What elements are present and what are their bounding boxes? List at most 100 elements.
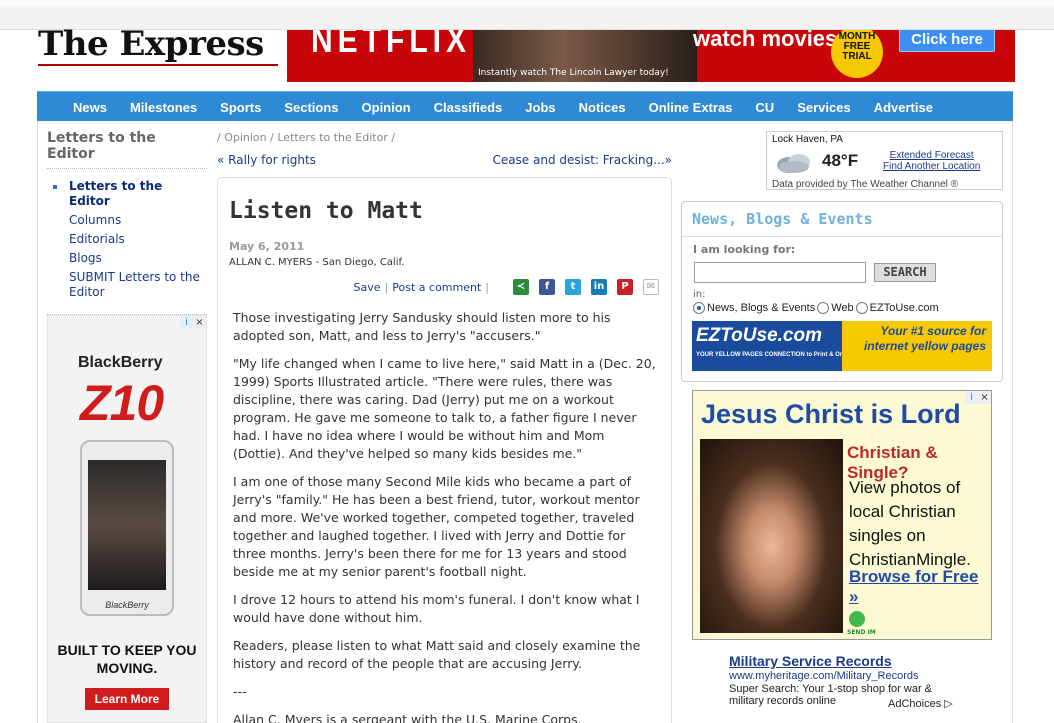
weather-widget: Lock Haven, PA 48°F Extended Forecast Fi…: [766, 131, 1003, 190]
scope-option-label: News, Blogs & Events: [707, 302, 816, 314]
extended-forecast-link[interactable]: Extended Forecast: [890, 150, 974, 161]
nav-sports[interactable]: Sports: [220, 100, 261, 115]
learn-more-button[interactable]: Learn More: [85, 688, 169, 710]
search-widget: News, Blogs & Events I am looking for: S…: [681, 201, 1003, 382]
sidebar-title: Letters to the Editor: [47, 130, 207, 169]
click-here-button[interactable]: Click here: [899, 30, 995, 52]
prev-article-link[interactable]: « Rally for rights: [217, 153, 316, 167]
search-scope-label: in:: [693, 289, 706, 300]
article-tools: Save | Post a comment | ≺ f t in P ✉: [354, 279, 659, 295]
ad-tagline: BUILT TO KEEP YOU MOVING.: [57, 642, 197, 676]
send-im-label: SEND IM: [847, 629, 876, 636]
scope-option-label: EZToUse.com: [869, 302, 939, 314]
phone-label: BlackBerry: [105, 600, 149, 610]
top-banner-ad[interactable]: NETFLIX Instantly watch The Lincoln Lawy…: [287, 30, 1015, 82]
blackberry-logo: BlackBerry: [78, 354, 163, 371]
ad-photo: Instantly watch The Lincoln Lawyer today…: [473, 30, 697, 82]
nav-advertise[interactable]: Advertise: [874, 100, 933, 115]
search-input[interactable]: [694, 262, 866, 283]
adchoices-link[interactable]: AdChoices ▷: [888, 697, 953, 710]
pinterest-icon[interactable]: P: [617, 279, 633, 295]
nav-news[interactable]: News: [73, 100, 107, 115]
weather-links: Extended Forecast Find Another Location: [883, 150, 980, 172]
nav-cu[interactable]: CU: [755, 100, 774, 115]
ad-info-icon[interactable]: i: [965, 391, 978, 404]
text-ad-title[interactable]: Military Service Records: [729, 653, 959, 669]
ad-close-icon[interactable]: ×: [193, 316, 206, 329]
nav-opinion[interactable]: Opinion: [362, 100, 411, 115]
share-separator: |: [485, 280, 489, 294]
ad-caption: Instantly watch The Lincoln Lawyer today…: [478, 68, 669, 78]
ad-close-icon[interactable]: ×: [978, 391, 991, 404]
nav-classifieds[interactable]: Classifieds: [434, 100, 503, 115]
radio-button[interactable]: [817, 302, 830, 314]
ad-controls: i ×: [965, 391, 991, 404]
send-im-icon[interactable]: [849, 611, 865, 627]
article-paragraph: "My life changed when I came to live her…: [233, 356, 656, 461]
ad-controls: i ×: [180, 316, 206, 329]
site-logo[interactable]: The Express: [38, 24, 282, 68]
search-button[interactable]: SEARCH: [874, 263, 936, 282]
search-scope-options: News, Blogs & Events Web EZToUse.com: [693, 302, 941, 314]
article-body: Those investigating Jerry Sandusky shoul…: [233, 309, 659, 723]
free-trial-badge: MONTH FREE TRIAL: [831, 30, 883, 78]
nav-notices[interactable]: Notices: [579, 100, 626, 115]
blackberry-ad[interactable]: i × BlackBerry Z10 BlackBerry BUILT TO K…: [47, 315, 207, 723]
phone-image: BlackBerry: [80, 440, 174, 616]
post-comment-link[interactable]: Post a comment: [392, 281, 481, 294]
christianmingle-ad[interactable]: i × Jesus Christ is Lord Christian & Sin…: [692, 390, 992, 640]
article-paragraph: Allan C. Myers is a sergeant with the U.…: [233, 712, 582, 723]
radio-button[interactable]: [693, 302, 705, 314]
text-ad-url[interactable]: www.myheritage.com/Military_Records: [729, 670, 959, 682]
email-icon[interactable]: ✉: [643, 279, 659, 295]
sidebar-item-editorials[interactable]: Editorials: [69, 232, 207, 247]
eztouse-ad[interactable]: EZToUse.com YOUR YELLOW PAGES CONNECTION…: [692, 321, 992, 371]
sidebar-item-columns[interactable]: Columns: [69, 213, 207, 228]
weather-provider: Data provided by The Weather Channel ®: [772, 179, 958, 190]
nav-milestones[interactable]: Milestones: [130, 100, 197, 115]
article-paragraph: I drove 12 hours to attend his mom's fun…: [233, 592, 640, 625]
article: Listen to Matt May 6, 2011 ALLAN C. MYER…: [217, 177, 672, 723]
ad-info-icon[interactable]: i: [180, 316, 193, 329]
sidebar-item-letters[interactable]: Letters to the Editor: [53, 179, 207, 209]
ad-model: Z10: [80, 375, 164, 431]
ad-headline: watch movies: [693, 30, 838, 51]
scope-option-news[interactable]: News, Blogs & Events: [693, 302, 815, 314]
share-icon[interactable]: ≺: [513, 279, 529, 295]
article-byline: ALLAN C. MYERS - San Diego, Calif.: [229, 257, 405, 268]
facebook-icon[interactable]: f: [539, 279, 555, 295]
radio-button[interactable]: [855, 302, 868, 314]
nav-services[interactable]: Services: [797, 100, 851, 115]
next-article-link[interactable]: Cease and desist: Fracking...»: [492, 153, 672, 167]
scope-option-web[interactable]: Web: [817, 302, 854, 314]
article-title: Listen to Matt: [229, 198, 423, 224]
sidebar-item-submit[interactable]: SUBMIT Letters to the Editor: [69, 270, 207, 300]
main-nav: News Milestones Sports Sections Opinion …: [37, 91, 1013, 121]
linkedin-icon[interactable]: in: [591, 279, 607, 295]
another-location-link[interactable]: Find Another Location: [883, 161, 980, 172]
section-sidebar: Letters to the Editor Letters to the Edi…: [47, 130, 207, 315]
nav-online-extras[interactable]: Online Extras: [649, 100, 733, 115]
netflix-brand: NETFLIX: [311, 30, 471, 61]
eztouse-tagline: Your #1 source for internet yellow pages: [842, 321, 992, 371]
scope-option-eztouse[interactable]: EZToUse.com: [855, 302, 939, 314]
breadcrumb[interactable]: / Opinion / Letters to the Editor /: [217, 131, 395, 144]
ad-body: View photos of local Christian singles o…: [849, 478, 971, 569]
eztouse-sub: YOUR YELLOW PAGES CONNECTION to Print & …: [696, 352, 854, 358]
logo-title: The Express: [38, 24, 264, 64]
article-paragraph: I am one of those many Second Mile kids …: [233, 474, 640, 579]
save-link[interactable]: Save: [354, 281, 381, 294]
search-label: I am looking for:: [693, 243, 796, 256]
logo-underline: [38, 64, 278, 66]
nav-sections[interactable]: Sections: [284, 100, 338, 115]
article-paragraph: Those investigating Jerry Sandusky shoul…: [233, 310, 611, 343]
twitter-icon[interactable]: t: [565, 279, 581, 295]
article-date: May 6, 2011: [229, 240, 305, 253]
scope-option-label: Web: [831, 302, 854, 314]
browse-free-link[interactable]: Browse for Free »: [849, 567, 991, 607]
eztouse-logo: EZToUse.com: [696, 325, 822, 346]
search-widget-title: News, Blogs & Events: [692, 210, 873, 228]
article-pager: « Rally for rights Cease and desist: Fra…: [217, 153, 672, 167]
nav-jobs[interactable]: Jobs: [525, 100, 555, 115]
sidebar-item-blogs[interactable]: Blogs: [69, 251, 207, 266]
